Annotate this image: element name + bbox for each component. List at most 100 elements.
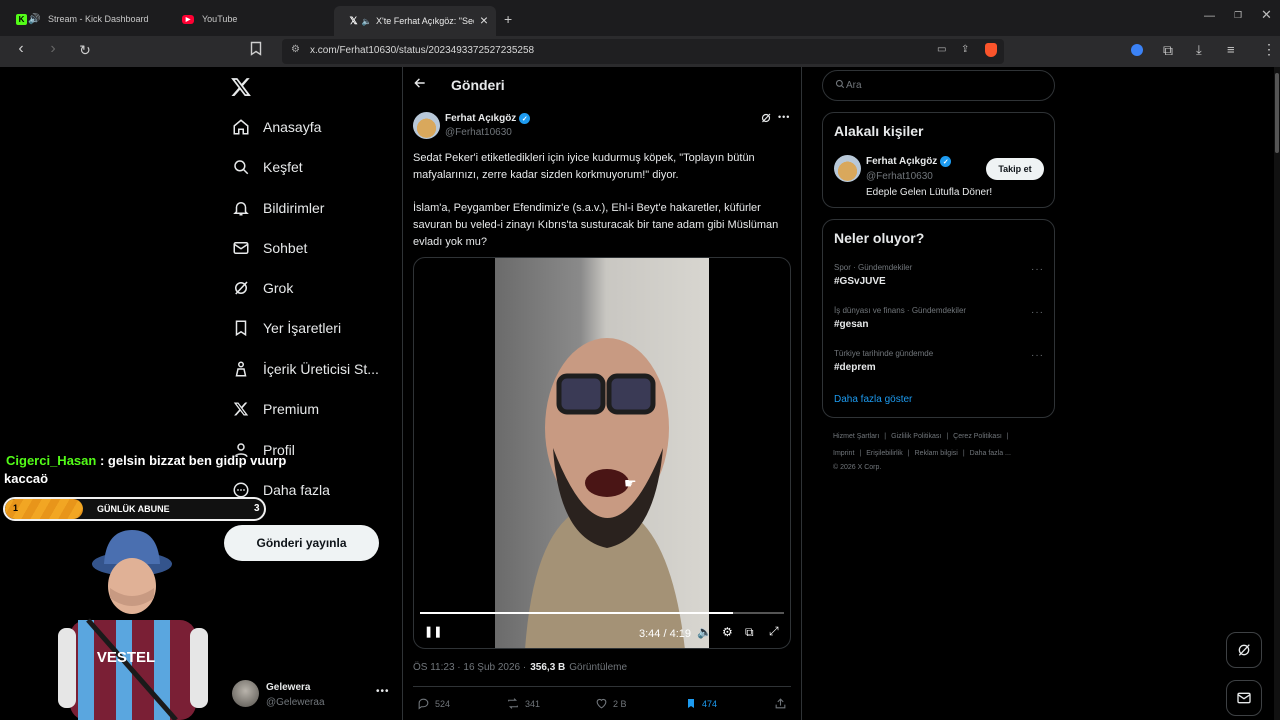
download-icon[interactable]: ⤓ xyxy=(1196,42,1202,58)
sidebar-item-explore[interactable]: Keşfet xyxy=(230,153,303,181)
forward-icon[interactable]: › xyxy=(42,40,64,58)
author-name-row[interactable]: Ferhat Açıkgöz ✓ xyxy=(445,113,531,124)
video-progress-fill xyxy=(420,612,734,614)
tab-title: YouTube xyxy=(202,14,238,24)
tab-x-post[interactable]: 𝕏 🔈 X'te Ferhat Açıkgöz: "Sedat × xyxy=(334,6,496,36)
sidebar-item-bookmarks[interactable]: Yer İşaretleri xyxy=(230,314,341,342)
search-box[interactable]: Ara xyxy=(822,70,1055,101)
grok-explain-icon[interactable] xyxy=(760,112,772,124)
author-handle[interactable]: @Ferhat10630 xyxy=(445,127,512,138)
chat-username: Cigerci_Hasan xyxy=(6,453,97,468)
verified-badge-icon: ✓ xyxy=(519,113,531,124)
follow-button[interactable]: Takip et xyxy=(986,158,1044,180)
post-button[interactable]: Gönderi yayınla xyxy=(224,525,379,561)
account-switcher[interactable]: Gelewera @Geleweraa ••• xyxy=(228,676,390,716)
tab-youtube[interactable]: ▶ YouTube xyxy=(168,6,333,32)
browser-tab-bar: K 🔊 Stream - Kick Dashboard ▶ YouTube 𝕏 … xyxy=(0,0,1280,36)
more-icon[interactable]: ••• xyxy=(376,686,390,697)
volume-icon[interactable]: 🔈 xyxy=(697,625,712,639)
brave-shield-icon[interactable] xyxy=(985,43,997,57)
sidebar-item-label: Bildirimler xyxy=(263,200,325,216)
video-progress-track[interactable] xyxy=(420,612,784,614)
chat-text: : gelsin bizzat ben gidip vuurp xyxy=(99,453,287,468)
scrollbar-thumb[interactable] xyxy=(1275,73,1279,153)
footer-link[interactable]: Gizlilik Politikası xyxy=(891,433,941,440)
account-handle: @Geleweraa xyxy=(266,697,325,708)
url-text: x.com/Ferhat10630/status/202349337252723… xyxy=(310,45,535,56)
related-handle: @Ferhat10630 xyxy=(866,171,933,182)
more-icon[interactable]: ··· xyxy=(1031,307,1044,318)
avatar[interactable] xyxy=(834,155,861,182)
view-count: 356,3 B xyxy=(530,662,566,673)
more-icon[interactable]: ··· xyxy=(1031,350,1044,361)
menu-icon[interactable]: ⋮ xyxy=(1262,41,1276,58)
speaker-icon: 🔈 xyxy=(361,16,372,26)
footer-link[interactable]: Çerez Politikası xyxy=(953,433,1002,440)
minimize-icon[interactable]: — xyxy=(1204,10,1215,22)
address-bar[interactable]: ⚙ x.com/Ferhat10630/status/2023493372527… xyxy=(282,39,1004,64)
trend-item[interactable]: Spor · Gündemdekiler #GSvJUVE ··· xyxy=(823,260,1054,296)
reload-icon[interactable]: ↻ xyxy=(74,42,96,59)
bookmark-count: 474 xyxy=(702,698,718,709)
video-time: 3:44 / 4:19 xyxy=(639,628,691,640)
footer-link[interactable]: Imprint xyxy=(833,450,854,457)
sidebar-item-grok[interactable]: Grok xyxy=(230,274,293,302)
restore-icon[interactable]: ❐ xyxy=(1234,10,1242,21)
sidebar-item-label: Grok xyxy=(263,280,294,296)
share-icon[interactable]: ⇪ xyxy=(961,44,969,55)
bookmark-page-icon[interactable] xyxy=(250,41,272,56)
messages-floating-button[interactable] xyxy=(1226,680,1262,716)
playlist-icon[interactable]: ≡ xyxy=(1227,42,1235,57)
site-settings-icon[interactable]: ⚙ xyxy=(291,44,300,55)
author-avatar[interactable] xyxy=(413,112,440,139)
sidebar-item-creator-studio[interactable]: İçerik Üreticisi St... xyxy=(230,355,379,383)
related-name: Ferhat Açıkgöz xyxy=(866,156,938,167)
reply-button[interactable]: 524 xyxy=(417,697,450,710)
sidebar-item-messages[interactable]: Sohbet xyxy=(230,234,307,262)
reply-icon xyxy=(418,698,429,710)
picture-in-picture-icon[interactable]: ⧉ xyxy=(745,625,754,640)
divider xyxy=(801,67,802,720)
more-icon[interactable]: ··· xyxy=(1031,264,1044,275)
back-icon[interactable]: ‹ xyxy=(10,40,32,58)
show-more-link[interactable]: Daha fazla göster xyxy=(834,394,912,405)
close-window-icon[interactable]: ✕ xyxy=(1261,7,1272,23)
tab-kick-dashboard[interactable]: K 🔊 Stream - Kick Dashboard xyxy=(2,6,167,32)
back-arrow-icon[interactable] xyxy=(413,76,427,90)
related-name-row[interactable]: Ferhat Açıkgöz ✓ xyxy=(866,156,952,167)
subscriber-goal-bar: 1 GÜNLÜK ABUNE 3 xyxy=(3,497,266,521)
trend-item[interactable]: İş dünyası ve finans · Gündemdekiler #ge… xyxy=(823,303,1054,339)
extensions-icon[interactable]: ⧉ xyxy=(1163,42,1173,59)
like-button[interactable]: 2 B xyxy=(595,697,627,710)
page-title: Gönderi xyxy=(451,77,505,93)
sidebar-item-label: Keşfet xyxy=(263,159,303,175)
new-tab-button[interactable]: + xyxy=(498,6,522,32)
stream-chat-message: Cigerci_Hasan : gelsin bizzat ben gidip … xyxy=(6,451,306,471)
related-bio: Edeple Gelen Lütufla Döner! xyxy=(866,187,993,198)
grok-floating-button[interactable] xyxy=(1226,632,1262,668)
sidebar-item-premium[interactable]: Premium xyxy=(230,395,319,423)
video-player[interactable]: ❚❚ 3:44 / 4:19 🔈 ⚙ ⧉ ⤢ xyxy=(413,257,791,649)
sidebar-item-notifications[interactable]: Bildirimler xyxy=(230,194,324,222)
bookmark-button[interactable]: 474 xyxy=(685,697,717,710)
footer-link[interactable]: Reklam bilgisi xyxy=(915,450,958,457)
trend-item[interactable]: Türkiye tarihinde gündemde #deprem ··· xyxy=(823,346,1054,382)
share-post-button[interactable] xyxy=(774,697,792,710)
close-tab-icon[interactable]: × xyxy=(480,12,488,28)
pause-icon[interactable]: ❚❚ xyxy=(424,625,442,638)
footer-link[interactable]: Daha fazla ... xyxy=(970,450,1011,457)
more-icon[interactable]: ••• xyxy=(778,112,790,122)
scrollbar[interactable] xyxy=(1274,67,1280,720)
sidebar-item-label: Premium xyxy=(263,401,320,417)
account-name: Gelewera xyxy=(266,682,311,693)
fullscreen-icon[interactable]: ⤢ xyxy=(769,624,779,639)
footer-link[interactable]: Erişilebilirlik xyxy=(866,450,903,457)
wallet-icon[interactable] xyxy=(1131,44,1143,56)
settings-icon[interactable]: ⚙ xyxy=(722,625,733,639)
sidebar-item-home[interactable]: Anasayfa xyxy=(230,113,321,141)
x-home-logo-icon[interactable] xyxy=(230,76,252,98)
browser-toolbar: ‹ › ↻ ⚙ x.com/Ferhat10630/status/2023493… xyxy=(0,36,1280,67)
footer-link[interactable]: Hizmet Şartları xyxy=(833,433,879,440)
repost-button[interactable]: 341 xyxy=(506,697,540,710)
cast-icon[interactable]: ▭ xyxy=(937,44,946,55)
